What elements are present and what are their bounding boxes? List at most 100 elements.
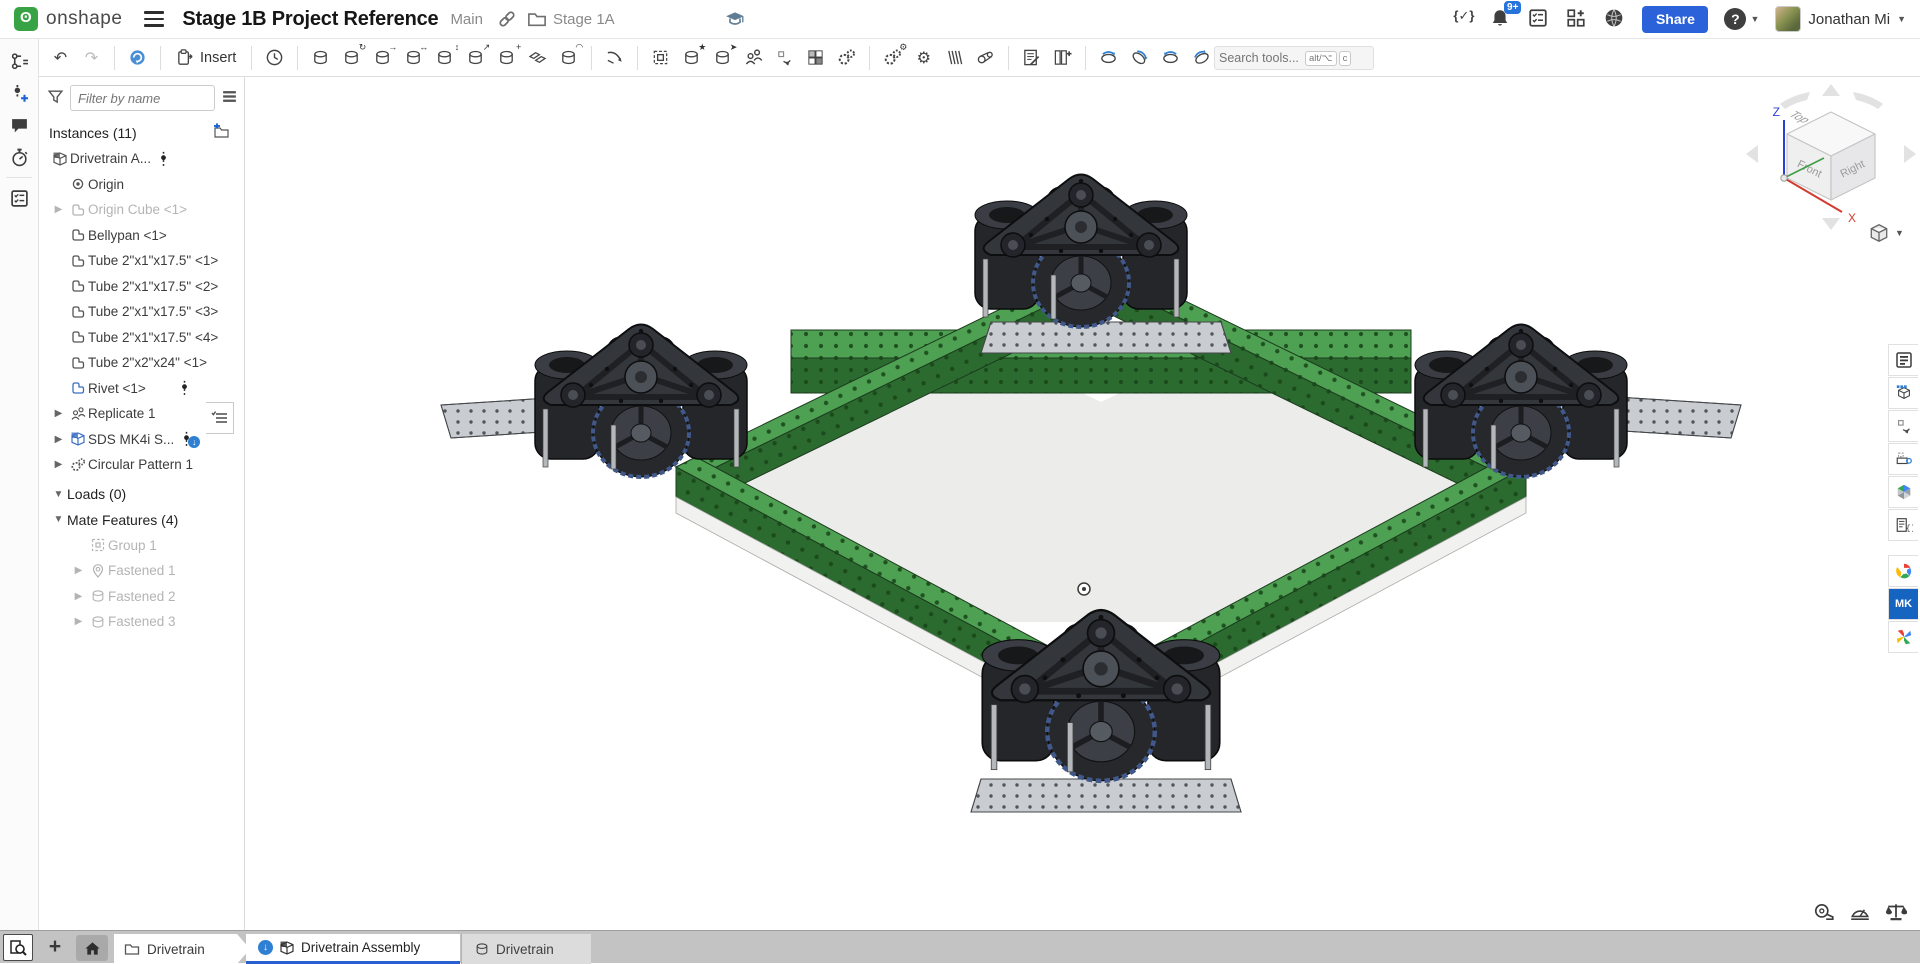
slider-mate-icon[interactable]: → bbox=[369, 44, 396, 72]
tasks-list-icon[interactable] bbox=[1528, 8, 1550, 30]
chevron-right-icon[interactable]: ▶ bbox=[50, 459, 67, 470]
fastened-mate-icon[interactable] bbox=[307, 44, 334, 72]
comments-icon[interactable] bbox=[0, 109, 39, 141]
orbit-mode-icon[interactable] bbox=[124, 44, 151, 72]
view-cube[interactable]: Top Front Right Z X bbox=[1744, 82, 1919, 232]
named-positions-clock-icon[interactable] bbox=[261, 44, 288, 72]
user-avatar[interactable] bbox=[1775, 6, 1801, 32]
bom-table-icon[interactable] bbox=[1049, 44, 1076, 72]
protractor-icon[interactable] bbox=[1848, 901, 1872, 923]
tab-drivetrain-partstudio[interactable]: Drivetrain bbox=[461, 934, 591, 964]
replicate-tool-icon[interactable] bbox=[740, 44, 767, 72]
config-panel-icon[interactable] bbox=[1888, 443, 1918, 475]
chevron-right-icon[interactable]: ▶ bbox=[70, 616, 87, 627]
chevron-right-icon[interactable]: ▶ bbox=[70, 591, 87, 602]
community-globe-icon[interactable] bbox=[1604, 8, 1626, 30]
screw-relation-icon[interactable] bbox=[941, 44, 968, 72]
gear-relation-icon[interactable]: ⚙ bbox=[879, 44, 906, 72]
chevron-right-icon[interactable]: ▶ bbox=[50, 408, 67, 419]
move-part-icon[interactable] bbox=[1095, 44, 1122, 72]
hamburger-menu-icon[interactable] bbox=[144, 11, 164, 27]
revolute-mate-icon[interactable]: ↻ bbox=[338, 44, 365, 72]
tree-item-origin[interactable]: Origin bbox=[39, 172, 244, 198]
filter-input[interactable] bbox=[70, 85, 215, 111]
new-folder-icon[interactable] bbox=[212, 123, 230, 142]
redo-icon[interactable]: ↷ bbox=[78, 44, 105, 72]
in-context-icon[interactable] bbox=[771, 44, 798, 72]
chevron-right-icon[interactable]: ▶ bbox=[70, 565, 87, 576]
animate-tool-icon[interactable] bbox=[1188, 44, 1215, 72]
caret-down-icon[interactable]: ▼ bbox=[50, 514, 67, 525]
ball-mate-icon[interactable]: + bbox=[493, 44, 520, 72]
swerve-module-top[interactable] bbox=[975, 175, 1187, 328]
feature-script-icon[interactable]: {✓} bbox=[1453, 8, 1474, 30]
view-settings-button[interactable]: ▼ bbox=[1868, 222, 1904, 244]
share-button[interactable]: Share bbox=[1642, 6, 1708, 33]
properties-panel-icon[interactable] bbox=[0, 182, 39, 214]
explode-view-icon[interactable] bbox=[647, 44, 674, 72]
tree-item-origin-cube[interactable]: ▶ Origin Cube <1> bbox=[39, 197, 244, 223]
workspace-name[interactable]: Main bbox=[450, 11, 483, 28]
undo-icon[interactable]: ↶ bbox=[47, 44, 74, 72]
mates-section-header[interactable]: ▼ Mate Features (4) bbox=[39, 507, 244, 533]
onshape-logo-icon[interactable] bbox=[14, 7, 38, 31]
tree-item-tube24[interactable]: Tube 2"x2"x24" <1> bbox=[39, 350, 244, 376]
home-tab-button[interactable] bbox=[76, 935, 108, 961]
tree-item-tube3[interactable]: Tube 2"x1"x17.5" <3> bbox=[39, 299, 244, 325]
bom-cube-panel-icon[interactable] bbox=[1888, 377, 1918, 409]
apps-grid-icon[interactable] bbox=[1566, 8, 1588, 30]
tree-item-tube4[interactable]: Tube 2"x1"x17.5" <4> bbox=[39, 325, 244, 351]
snap-mode-icon[interactable] bbox=[601, 44, 628, 72]
named-views-icon[interactable]: ★ bbox=[678, 44, 705, 72]
tape-measure-icon[interactable] bbox=[1812, 901, 1836, 923]
app-x-icon[interactable] bbox=[1888, 621, 1918, 653]
parallel-mate-icon[interactable] bbox=[524, 44, 551, 72]
custom-feature-panel-icon[interactable] bbox=[1888, 509, 1918, 541]
chevron-right-icon[interactable]: ▶ bbox=[50, 204, 67, 215]
mass-properties-icon[interactable] bbox=[1884, 901, 1908, 923]
link-icon[interactable] bbox=[497, 9, 517, 29]
tree-item-root-assembly[interactable]: Drivetrain A... bbox=[39, 146, 244, 172]
filter-icon[interactable] bbox=[47, 88, 64, 108]
mkcad-app-icon[interactable]: MK bbox=[1888, 588, 1918, 620]
search-tools-input[interactable] bbox=[1219, 51, 1303, 65]
tree-item-circular-pattern[interactable]: ▶ Circular Pattern 1 bbox=[39, 452, 244, 478]
rotate-part-icon[interactable] bbox=[1126, 44, 1153, 72]
tab-drivetrain-assembly[interactable]: ↓ Drivetrain Assembly bbox=[246, 934, 460, 964]
release-panel-icon[interactable] bbox=[1888, 410, 1918, 442]
breadcrumb[interactable]: Stage 1A bbox=[527, 9, 615, 29]
help-icon[interactable]: ? bbox=[1724, 8, 1746, 30]
tree-item-bellypan[interactable]: Bellypan <1> bbox=[39, 223, 244, 249]
search-tabs-icon[interactable] bbox=[3, 934, 33, 961]
folder-breadcrumb-tab[interactable]: Drivetrain bbox=[114, 934, 250, 964]
mate-item-fastened2[interactable]: ▶ Fastened 2 bbox=[39, 584, 244, 610]
linear-pattern-icon[interactable] bbox=[802, 44, 829, 72]
user-menu[interactable]: Jonathan Mi ▼ bbox=[1775, 6, 1906, 32]
tree-item-tube1[interactable]: Tube 2"x1"x17.5" <1> bbox=[39, 248, 244, 274]
graphics-viewport[interactable] bbox=[246, 77, 1920, 930]
tree-item-tube2[interactable]: Tube 2"x1"x17.5" <2> bbox=[39, 274, 244, 300]
document-title[interactable]: Stage 1B Project Reference bbox=[182, 8, 438, 31]
planar-mate-icon[interactable]: ↔ bbox=[400, 44, 427, 72]
follow-mode-icon[interactable] bbox=[0, 77, 39, 109]
notifications-bell-icon[interactable]: 9+ bbox=[1490, 8, 1512, 30]
panel-flyout-toggle[interactable] bbox=[206, 402, 234, 434]
drawing-icon[interactable] bbox=[1018, 44, 1045, 72]
caret-down-icon[interactable]: ▼ bbox=[50, 489, 67, 500]
swerve-module-left[interactable] bbox=[535, 325, 747, 478]
mate-item-fastened3[interactable]: ▶ Fastened 3 bbox=[39, 609, 244, 635]
history-icon[interactable] bbox=[0, 141, 39, 173]
display-states-icon[interactable]: ➤ bbox=[709, 44, 736, 72]
spin-tool-icon[interactable] bbox=[1157, 44, 1184, 72]
origin-marker[interactable] bbox=[1078, 583, 1090, 595]
help-menu[interactable]: ? ▼ bbox=[1724, 8, 1759, 30]
new-tab-button[interactable]: + bbox=[42, 934, 68, 961]
loads-section-header[interactable]: ▼ Loads (0) bbox=[39, 482, 244, 508]
list-view-icon[interactable] bbox=[221, 88, 238, 108]
mate-item-group[interactable]: Group 1 bbox=[39, 533, 244, 559]
swerve-module-right[interactable] bbox=[1415, 325, 1627, 478]
search-tools-box[interactable]: alt/⌥ c bbox=[1214, 46, 1374, 70]
learning-center-icon[interactable] bbox=[725, 9, 745, 29]
insert-button[interactable]: Insert bbox=[168, 44, 244, 72]
versions-tree-icon[interactable] bbox=[0, 45, 39, 77]
